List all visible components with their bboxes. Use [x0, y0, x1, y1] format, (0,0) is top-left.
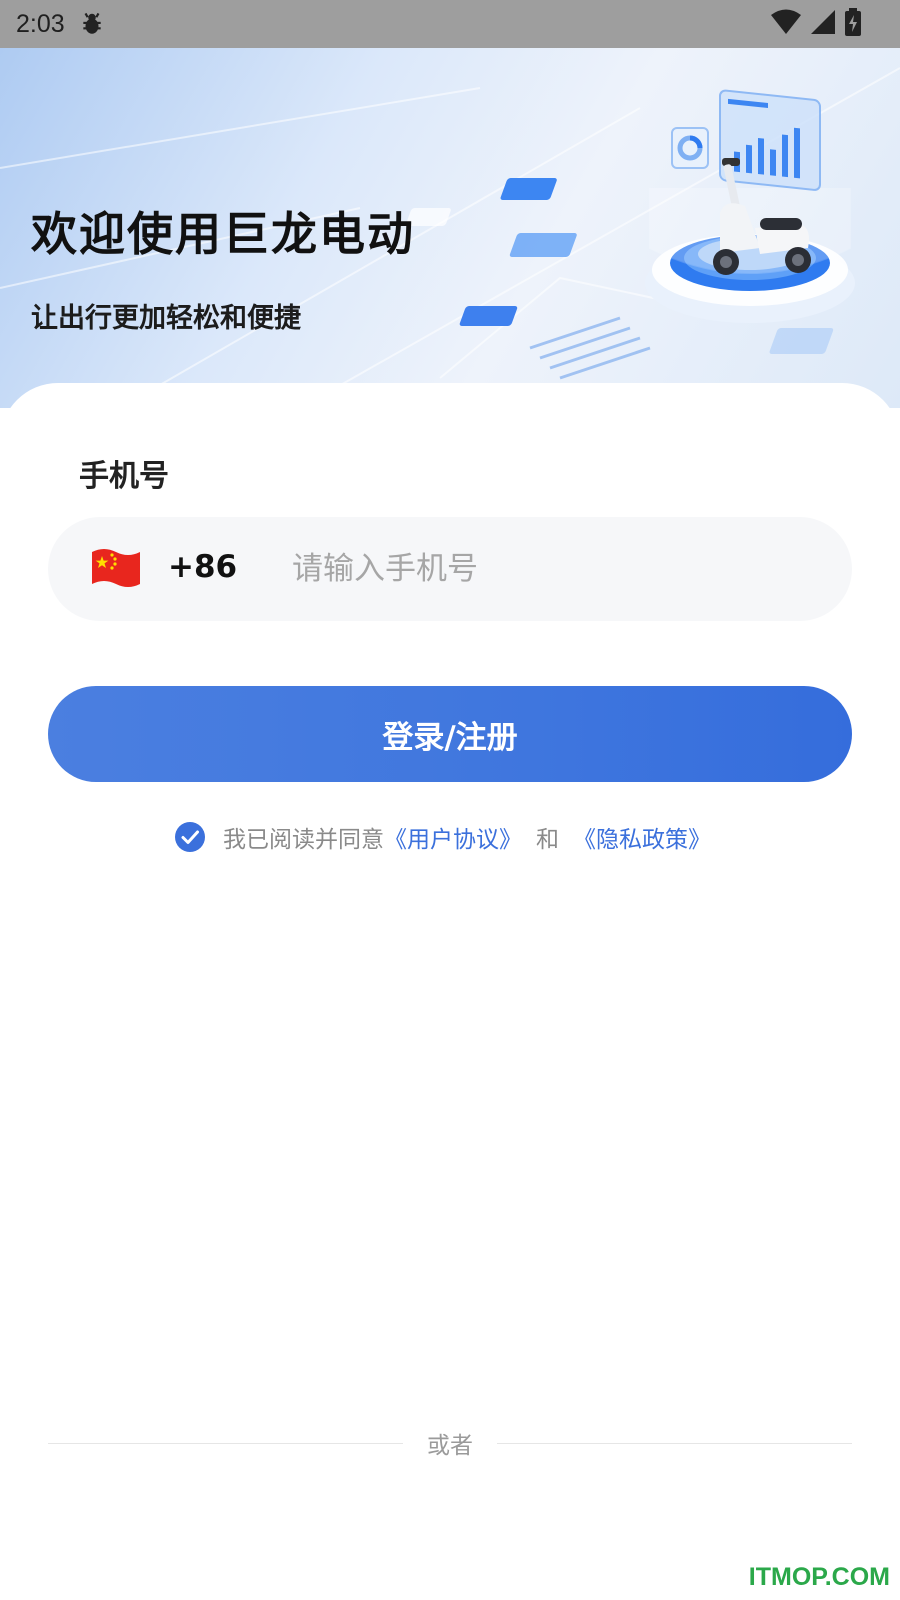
or-divider: 或者 [48, 1423, 852, 1463]
debug-icon [79, 11, 105, 37]
phone-label: 手机号 [79, 459, 169, 494]
divider-line-right [497, 1442, 852, 1444]
privacy-policy-link[interactable]: 《隐私政策》 [573, 820, 711, 854]
agreement-row: 我已阅读并同意 《用户协议》 和 《隐私政策》 [175, 817, 711, 857]
login-card: 手机号 +86 登录/注册 我已阅读并同意 《用户协议》 和 《隐私政策》 [0, 383, 900, 1600]
phone-input[interactable] [292, 535, 812, 603]
agreement-prefix: 我已阅读并同意 [223, 827, 384, 853]
china-flag-icon[interactable] [88, 544, 144, 594]
user-agreement-link[interactable]: 《用户协议》 [384, 820, 522, 854]
phone-input-row: +86 [48, 517, 852, 621]
battery-charging-icon [844, 8, 862, 40]
wifi-icon [770, 9, 802, 39]
agreement-and: 和 [536, 827, 559, 853]
welcome-subtitle: 让出行更加轻松和便捷 [31, 303, 301, 334]
divider-line-left [48, 1442, 403, 1444]
hero-banner: 欢迎使用巨龙电动 让出行更加轻松和便捷 [0, 48, 900, 408]
welcome-title: 欢迎使用巨龙电动 [31, 207, 415, 261]
country-code[interactable]: +86 [168, 549, 237, 585]
status-icons [770, 8, 862, 40]
signal-icon [810, 9, 836, 39]
checkbox-checked-icon[interactable] [175, 822, 205, 852]
watermark: ITMOP.COM [748, 1563, 890, 1591]
status-bar: 2:03 [0, 0, 900, 48]
status-time: 2:03 [16, 9, 65, 38]
or-text: 或者 [427, 1433, 473, 1459]
login-register-button[interactable]: 登录/注册 [48, 686, 852, 782]
